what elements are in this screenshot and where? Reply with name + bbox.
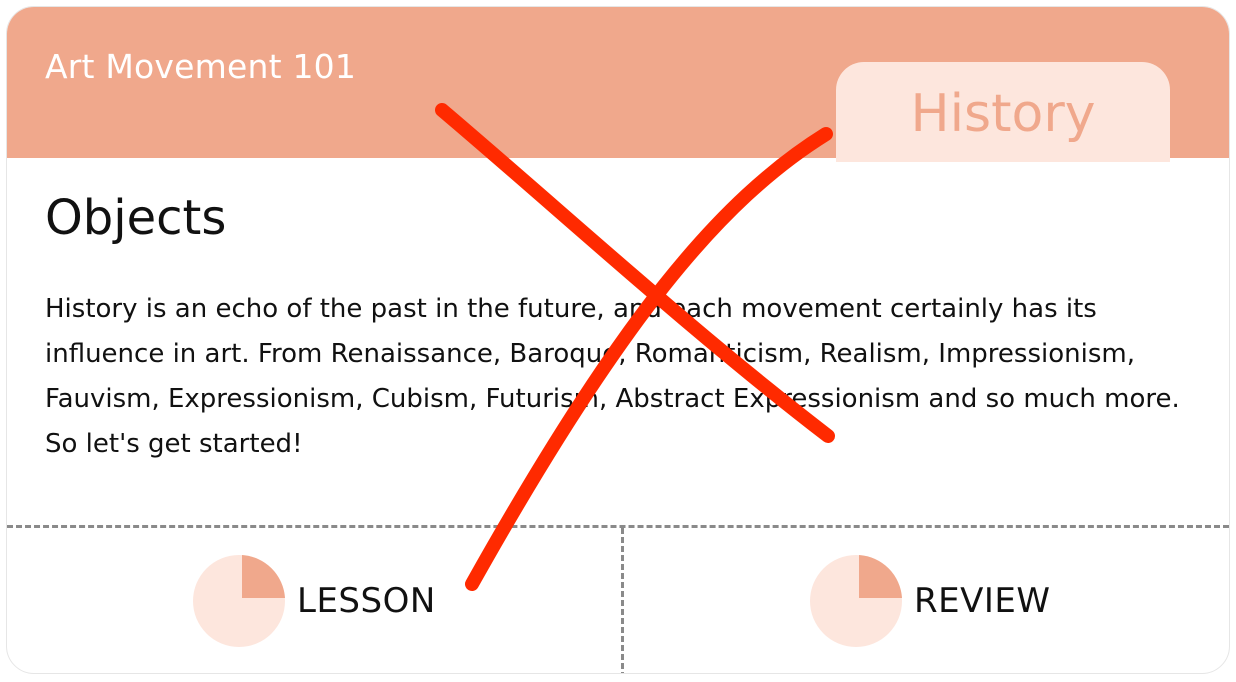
pie-progress-icon [810,555,902,647]
lesson-button[interactable]: LESSON [193,555,436,647]
vertical-divider [621,528,624,673]
review-label: REVIEW [914,581,1051,621]
card-header: Art Movement 101 History [7,7,1229,162]
review-button[interactable]: REVIEW [810,555,1051,647]
tab-history[interactable]: History [836,62,1170,162]
pie-progress-icon [193,555,285,647]
course-title: Art Movement 101 [45,47,357,86]
course-card: Art Movement 101 History Objects History… [6,6,1230,674]
lesson-label: LESSON [297,581,436,621]
section-title: Objects [45,190,227,246]
horizontal-divider [7,525,1229,528]
section-description: History is an echo of the past in the fu… [45,294,1180,459]
